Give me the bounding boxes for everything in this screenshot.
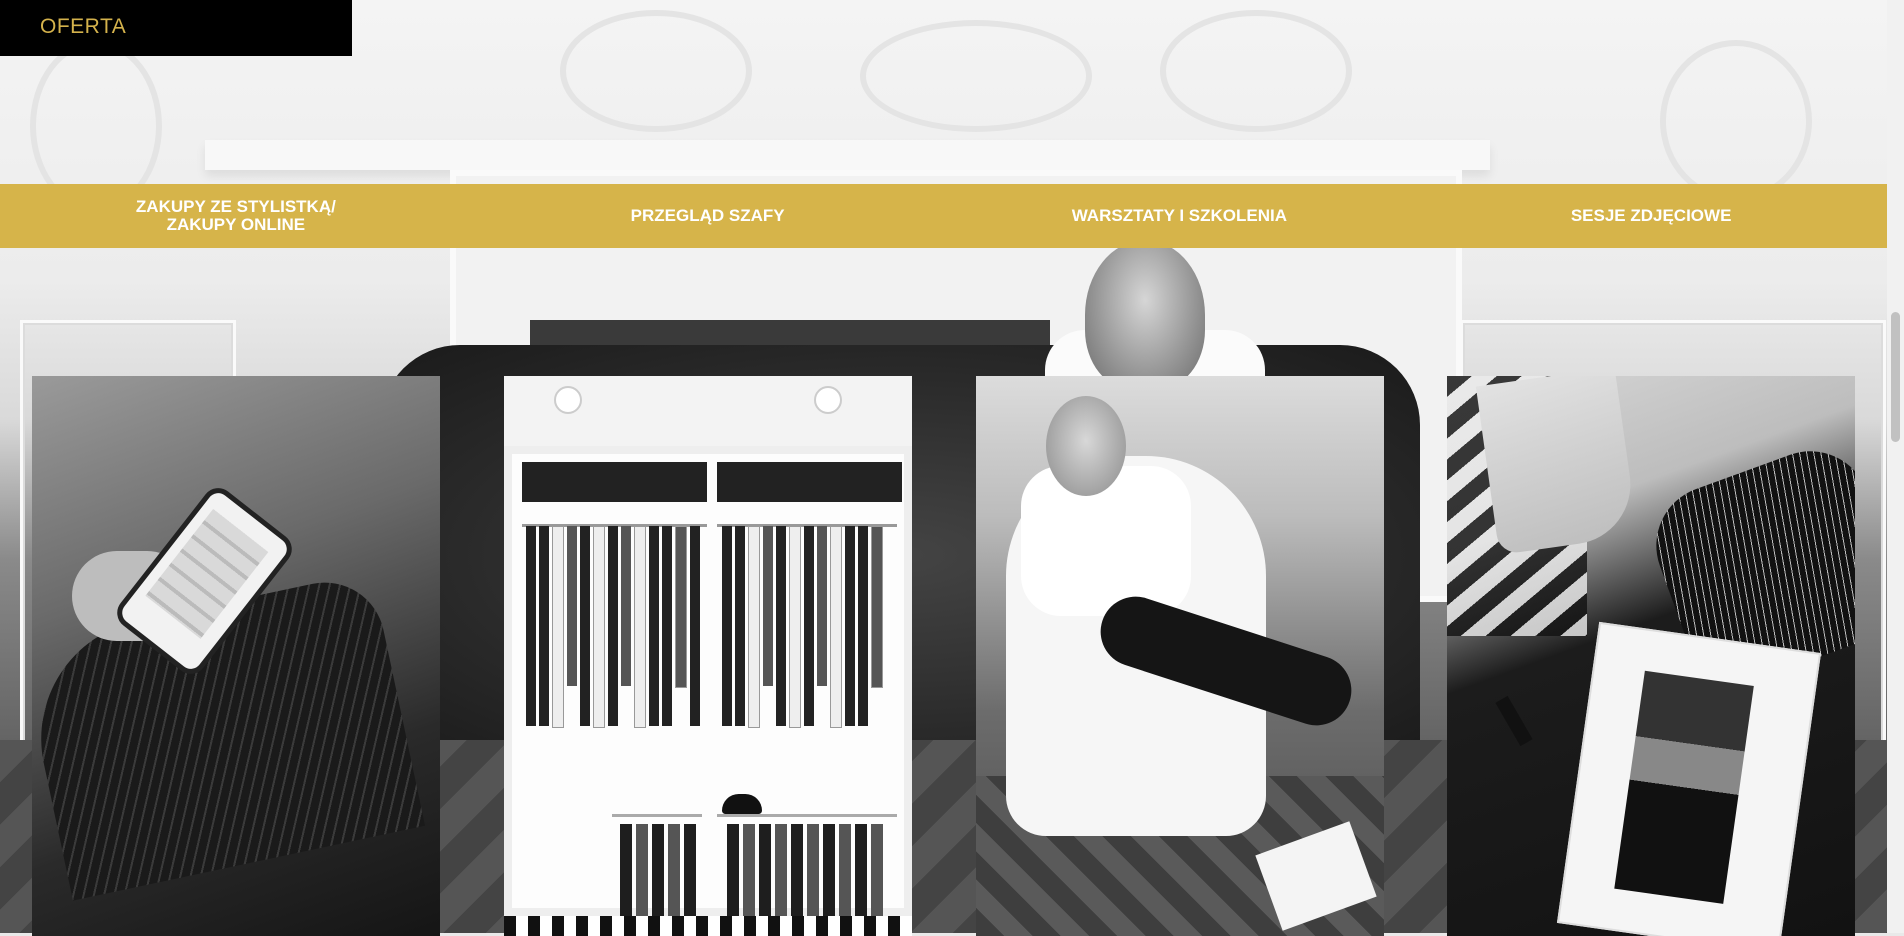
nav-item-label: SESJE ZDJĘCIOWE: [1570, 206, 1732, 225]
page-scrollbar[interactable]: [1887, 0, 1904, 933]
scrollbar-thumb[interactable]: [1891, 312, 1900, 442]
lipstick-icon: [1495, 695, 1533, 747]
nav-item-shopping[interactable]: ZAKUPY ZE STYLISTKĄ/ ZAKUPY ONLINE: [0, 184, 472, 248]
rug-detail: [504, 916, 912, 936]
nav-item-label: PRZEGLĄD SZAFY: [630, 206, 785, 225]
offer-card-shopping[interactable]: [32, 376, 440, 936]
lamp-icon: [554, 386, 582, 414]
nav-item-label-line2: ZAKUPY ONLINE: [166, 215, 306, 234]
offer-card-wardrobe[interactable]: [504, 376, 912, 936]
wardrobe-illustration: [504, 446, 912, 936]
offer-nav-bar: ZAKUPY ZE STYLISTKĄ/ ZAKUPY ONLINE PRZEG…: [0, 184, 1887, 248]
magazine-icon: [1556, 621, 1822, 936]
hat-icon: [722, 794, 762, 814]
section-title: OFERTA: [40, 15, 127, 38]
heels-detail: [1475, 376, 1639, 555]
nav-item-label: ZAKUPY ZE STYLISTKĄ/: [135, 197, 336, 216]
nav-item-wardrobe-review[interactable]: PRZEGLĄD SZAFY: [472, 184, 944, 248]
section-header: OFERTA: [0, 0, 352, 56]
nav-item-workshops[interactable]: WARSZTATY I SZKOLENIA: [944, 184, 1416, 248]
woman-head: [1046, 396, 1126, 496]
lamp-icon: [814, 386, 842, 414]
offer-card-workshops[interactable]: [976, 376, 1384, 936]
nav-item-label: WARSZTATY I SZKOLENIA: [1071, 206, 1288, 225]
offer-card-photo-sessions[interactable]: [1447, 376, 1855, 936]
nav-item-photo-sessions[interactable]: SESJE ZDJĘCIOWE: [1415, 184, 1887, 248]
